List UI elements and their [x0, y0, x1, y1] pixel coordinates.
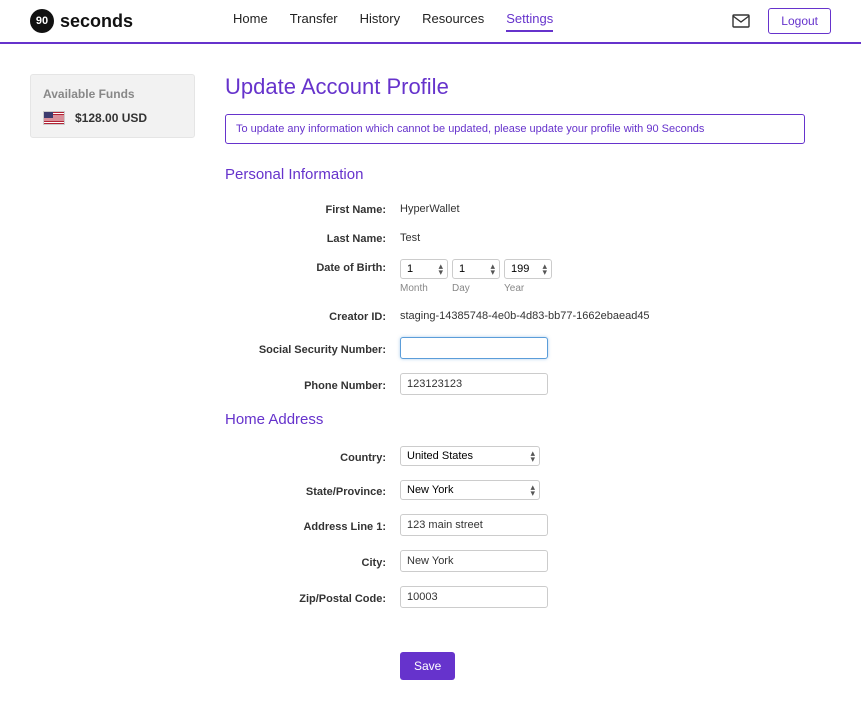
- label-phone: Phone Number:: [225, 377, 400, 392]
- row-dob: Date of Birth: 1▴▾ 1▴▾ 1990▴▾ Month Day …: [225, 259, 805, 294]
- header: 90 seconds Home Transfer History Resourc…: [0, 0, 861, 44]
- dob-day-select[interactable]: 1: [452, 259, 500, 279]
- dob-month-select[interactable]: 1: [400, 259, 448, 279]
- row-first-name: First Name: HyperWallet: [225, 201, 805, 216]
- row-creator-id: Creator ID: staging-14385748-4e0b-4d83-b…: [225, 308, 805, 323]
- zip-input[interactable]: [400, 586, 548, 608]
- main-content: Update Account Profile To update any inf…: [225, 74, 805, 680]
- row-ssn: Social Security Number:: [225, 337, 805, 359]
- dob-controls: 1▴▾ 1▴▾ 1990▴▾ Month Day Year: [400, 259, 805, 294]
- logo-mark-icon: 90: [30, 9, 54, 33]
- main-nav: Home Transfer History Resources Settings: [233, 11, 553, 32]
- header-right: Logout: [732, 8, 831, 34]
- label-creator-id: Creator ID:: [225, 308, 400, 323]
- ssn-input[interactable]: [400, 337, 548, 359]
- logo[interactable]: 90 seconds: [30, 9, 133, 33]
- value-last-name: Test: [400, 232, 805, 244]
- row-last-name: Last Name: Test: [225, 230, 805, 245]
- page-container: Available Funds $128.00 USD Update Accou…: [0, 44, 861, 710]
- row-phone: Phone Number:: [225, 373, 805, 395]
- label-state: State/Province:: [225, 483, 400, 498]
- label-zip: Zip/Postal Code:: [225, 590, 400, 605]
- funds-title: Available Funds: [43, 87, 182, 101]
- value-creator-id: staging-14385748-4e0b-4d83-bb77-1662ebae…: [400, 310, 805, 322]
- section-address: Home Address: [225, 411, 805, 428]
- address-line-1-input[interactable]: [400, 514, 548, 536]
- page-title: Update Account Profile: [225, 74, 805, 100]
- label-city: City:: [225, 554, 400, 569]
- update-notice: To update any information which cannot b…: [225, 114, 805, 144]
- nav-resources[interactable]: Resources: [422, 11, 484, 32]
- country-select[interactable]: United States: [400, 446, 540, 466]
- sidebar: Available Funds $128.00 USD: [30, 74, 195, 680]
- label-country: Country:: [225, 449, 400, 464]
- nav-history[interactable]: History: [360, 11, 400, 32]
- label-ssn: Social Security Number:: [225, 341, 400, 356]
- nav-transfer[interactable]: Transfer: [290, 11, 338, 32]
- sublabel-day: Day: [452, 283, 500, 294]
- sublabel-month: Month: [400, 283, 448, 294]
- row-zip: Zip/Postal Code:: [225, 586, 805, 608]
- save-button[interactable]: Save: [400, 652, 455, 680]
- row-city: City:: [225, 550, 805, 572]
- us-flag-icon: [43, 111, 65, 125]
- nav-home[interactable]: Home: [233, 11, 268, 32]
- label-addr1: Address Line 1:: [225, 518, 400, 533]
- mail-icon[interactable]: [732, 14, 750, 28]
- dob-year-select[interactable]: 1990: [504, 259, 552, 279]
- value-first-name: HyperWallet: [400, 203, 805, 215]
- state-select[interactable]: New York: [400, 480, 540, 500]
- nav-settings[interactable]: Settings: [506, 11, 553, 32]
- sublabel-year: Year: [504, 283, 552, 294]
- phone-input[interactable]: [400, 373, 548, 395]
- logout-button[interactable]: Logout: [768, 8, 831, 34]
- logo-text: seconds: [60, 11, 133, 32]
- funds-amount: $128.00 USD: [75, 111, 147, 125]
- row-addr1: Address Line 1:: [225, 514, 805, 536]
- label-first-name: First Name:: [225, 201, 400, 216]
- save-row: Save: [225, 622, 805, 680]
- row-country: Country: United States▴▾: [225, 446, 805, 466]
- label-dob: Date of Birth:: [225, 259, 400, 274]
- row-state: State/Province: New York▴▾: [225, 480, 805, 500]
- available-funds-card: Available Funds $128.00 USD: [30, 74, 195, 138]
- funds-row: $128.00 USD: [43, 111, 182, 125]
- city-input[interactable]: [400, 550, 548, 572]
- section-personal: Personal Information: [225, 166, 805, 183]
- label-last-name: Last Name:: [225, 230, 400, 245]
